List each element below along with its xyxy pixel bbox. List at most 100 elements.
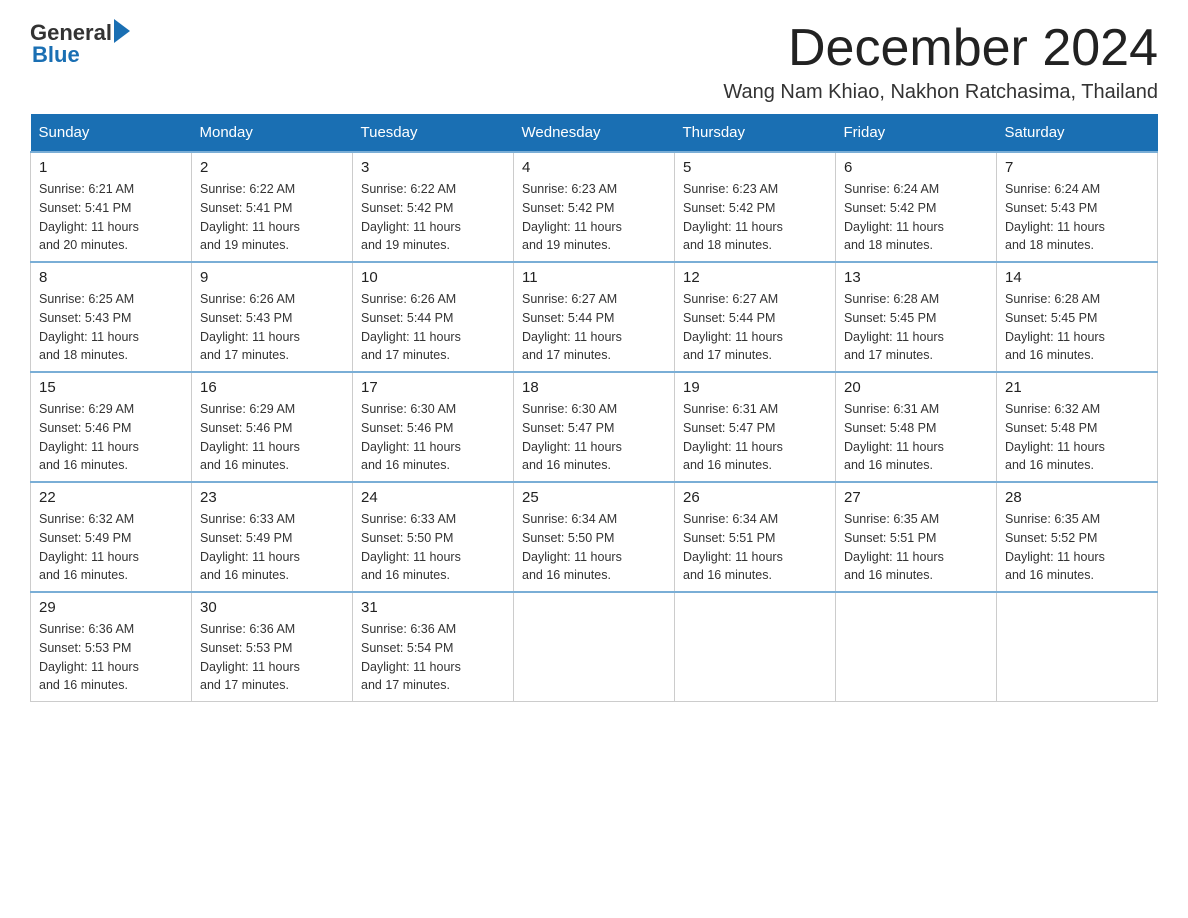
day-info: Sunrise: 6:29 AMSunset: 5:46 PMDaylight:…	[200, 400, 344, 475]
calendar-week-row: 1 Sunrise: 6:21 AMSunset: 5:41 PMDayligh…	[31, 152, 1158, 262]
calendar-cell: 10 Sunrise: 6:26 AMSunset: 5:44 PMDaylig…	[353, 262, 514, 372]
day-info: Sunrise: 6:36 AMSunset: 5:53 PMDaylight:…	[39, 620, 183, 695]
calendar-cell: 3 Sunrise: 6:22 AMSunset: 5:42 PMDayligh…	[353, 152, 514, 262]
calendar-cell: 30 Sunrise: 6:36 AMSunset: 5:53 PMDaylig…	[192, 592, 353, 702]
day-info: Sunrise: 6:34 AMSunset: 5:50 PMDaylight:…	[522, 510, 666, 585]
calendar-cell: 20 Sunrise: 6:31 AMSunset: 5:48 PMDaylig…	[836, 372, 997, 482]
calendar-cell: 22 Sunrise: 6:32 AMSunset: 5:49 PMDaylig…	[31, 482, 192, 592]
calendar-cell: 9 Sunrise: 6:26 AMSunset: 5:43 PMDayligh…	[192, 262, 353, 372]
calendar-cell	[675, 592, 836, 702]
calendar-cell: 27 Sunrise: 6:35 AMSunset: 5:51 PMDaylig…	[836, 482, 997, 592]
calendar-cell: 6 Sunrise: 6:24 AMSunset: 5:42 PMDayligh…	[836, 152, 997, 262]
day-info: Sunrise: 6:25 AMSunset: 5:43 PMDaylight:…	[39, 290, 183, 365]
calendar-cell: 24 Sunrise: 6:33 AMSunset: 5:50 PMDaylig…	[353, 482, 514, 592]
day-number: 4	[522, 159, 666, 176]
day-info: Sunrise: 6:26 AMSunset: 5:44 PMDaylight:…	[361, 290, 505, 365]
day-number: 14	[1005, 269, 1149, 286]
day-number: 17	[361, 379, 505, 396]
calendar-header-wednesday: Wednesday	[514, 114, 675, 152]
calendar-cell: 15 Sunrise: 6:29 AMSunset: 5:46 PMDaylig…	[31, 372, 192, 482]
day-number: 28	[1005, 489, 1149, 506]
day-info: Sunrise: 6:33 AMSunset: 5:50 PMDaylight:…	[361, 510, 505, 585]
day-number: 1	[39, 159, 183, 176]
calendar-week-row: 22 Sunrise: 6:32 AMSunset: 5:49 PMDaylig…	[31, 482, 1158, 592]
day-info: Sunrise: 6:24 AMSunset: 5:43 PMDaylight:…	[1005, 180, 1149, 255]
calendar-header-friday: Friday	[836, 114, 997, 152]
day-number: 24	[361, 489, 505, 506]
calendar-cell: 8 Sunrise: 6:25 AMSunset: 5:43 PMDayligh…	[31, 262, 192, 372]
calendar-cell: 26 Sunrise: 6:34 AMSunset: 5:51 PMDaylig…	[675, 482, 836, 592]
day-number: 3	[361, 159, 505, 176]
calendar-table: SundayMondayTuesdayWednesdayThursdayFrid…	[30, 114, 1158, 702]
day-info: Sunrise: 6:29 AMSunset: 5:46 PMDaylight:…	[39, 400, 183, 475]
calendar-cell: 2 Sunrise: 6:22 AMSunset: 5:41 PMDayligh…	[192, 152, 353, 262]
month-year-title: December 2024	[723, 20, 1158, 77]
day-number: 8	[39, 269, 183, 286]
day-number: 12	[683, 269, 827, 286]
day-number: 27	[844, 489, 988, 506]
calendar-cell: 18 Sunrise: 6:30 AMSunset: 5:47 PMDaylig…	[514, 372, 675, 482]
day-number: 15	[39, 379, 183, 396]
day-info: Sunrise: 6:27 AMSunset: 5:44 PMDaylight:…	[683, 290, 827, 365]
calendar-cell: 13 Sunrise: 6:28 AMSunset: 5:45 PMDaylig…	[836, 262, 997, 372]
day-info: Sunrise: 6:23 AMSunset: 5:42 PMDaylight:…	[522, 180, 666, 255]
calendar-cell: 23 Sunrise: 6:33 AMSunset: 5:49 PMDaylig…	[192, 482, 353, 592]
day-info: Sunrise: 6:27 AMSunset: 5:44 PMDaylight:…	[522, 290, 666, 365]
day-number: 11	[522, 269, 666, 286]
calendar-header-tuesday: Tuesday	[353, 114, 514, 152]
day-info: Sunrise: 6:24 AMSunset: 5:42 PMDaylight:…	[844, 180, 988, 255]
day-info: Sunrise: 6:31 AMSunset: 5:48 PMDaylight:…	[844, 400, 988, 475]
day-number: 6	[844, 159, 988, 176]
day-info: Sunrise: 6:26 AMSunset: 5:43 PMDaylight:…	[200, 290, 344, 365]
calendar-cell: 19 Sunrise: 6:31 AMSunset: 5:47 PMDaylig…	[675, 372, 836, 482]
day-number: 16	[200, 379, 344, 396]
day-number: 5	[683, 159, 827, 176]
day-number: 29	[39, 599, 183, 616]
day-number: 21	[1005, 379, 1149, 396]
calendar-cell: 11 Sunrise: 6:27 AMSunset: 5:44 PMDaylig…	[514, 262, 675, 372]
calendar-cell: 28 Sunrise: 6:35 AMSunset: 5:52 PMDaylig…	[997, 482, 1158, 592]
calendar-header-monday: Monday	[192, 114, 353, 152]
day-number: 13	[844, 269, 988, 286]
day-number: 30	[200, 599, 344, 616]
calendar-cell: 5 Sunrise: 6:23 AMSunset: 5:42 PMDayligh…	[675, 152, 836, 262]
day-info: Sunrise: 6:28 AMSunset: 5:45 PMDaylight:…	[1005, 290, 1149, 365]
day-number: 7	[1005, 159, 1149, 176]
calendar-cell: 16 Sunrise: 6:29 AMSunset: 5:46 PMDaylig…	[192, 372, 353, 482]
calendar-cell: 14 Sunrise: 6:28 AMSunset: 5:45 PMDaylig…	[997, 262, 1158, 372]
day-number: 25	[522, 489, 666, 506]
calendar-cell: 4 Sunrise: 6:23 AMSunset: 5:42 PMDayligh…	[514, 152, 675, 262]
calendar-cell: 17 Sunrise: 6:30 AMSunset: 5:46 PMDaylig…	[353, 372, 514, 482]
logo-text-blue: Blue	[32, 42, 130, 68]
day-number: 10	[361, 269, 505, 286]
day-info: Sunrise: 6:22 AMSunset: 5:41 PMDaylight:…	[200, 180, 344, 255]
day-number: 18	[522, 379, 666, 396]
day-number: 20	[844, 379, 988, 396]
day-number: 19	[683, 379, 827, 396]
calendar-header-saturday: Saturday	[997, 114, 1158, 152]
calendar-cell	[514, 592, 675, 702]
page-header: General Blue December 2024 Wang Nam Khia…	[30, 20, 1158, 104]
calendar-cell: 7 Sunrise: 6:24 AMSunset: 5:43 PMDayligh…	[997, 152, 1158, 262]
day-info: Sunrise: 6:30 AMSunset: 5:47 PMDaylight:…	[522, 400, 666, 475]
day-info: Sunrise: 6:23 AMSunset: 5:42 PMDaylight:…	[683, 180, 827, 255]
calendar-cell: 12 Sunrise: 6:27 AMSunset: 5:44 PMDaylig…	[675, 262, 836, 372]
day-info: Sunrise: 6:34 AMSunset: 5:51 PMDaylight:…	[683, 510, 827, 585]
day-info: Sunrise: 6:30 AMSunset: 5:46 PMDaylight:…	[361, 400, 505, 475]
day-number: 9	[200, 269, 344, 286]
day-info: Sunrise: 6:36 AMSunset: 5:54 PMDaylight:…	[361, 620, 505, 695]
calendar-header-thursday: Thursday	[675, 114, 836, 152]
calendar-cell: 25 Sunrise: 6:34 AMSunset: 5:50 PMDaylig…	[514, 482, 675, 592]
day-info: Sunrise: 6:22 AMSunset: 5:42 PMDaylight:…	[361, 180, 505, 255]
logo-arrow-icon	[114, 19, 130, 43]
day-number: 31	[361, 599, 505, 616]
calendar-header-sunday: Sunday	[31, 114, 192, 152]
day-info: Sunrise: 6:36 AMSunset: 5:53 PMDaylight:…	[200, 620, 344, 695]
calendar-week-row: 8 Sunrise: 6:25 AMSunset: 5:43 PMDayligh…	[31, 262, 1158, 372]
calendar-week-row: 15 Sunrise: 6:29 AMSunset: 5:46 PMDaylig…	[31, 372, 1158, 482]
calendar-cell: 1 Sunrise: 6:21 AMSunset: 5:41 PMDayligh…	[31, 152, 192, 262]
day-info: Sunrise: 6:31 AMSunset: 5:47 PMDaylight:…	[683, 400, 827, 475]
calendar-header-row: SundayMondayTuesdayWednesdayThursdayFrid…	[31, 114, 1158, 152]
calendar-cell	[997, 592, 1158, 702]
day-number: 26	[683, 489, 827, 506]
